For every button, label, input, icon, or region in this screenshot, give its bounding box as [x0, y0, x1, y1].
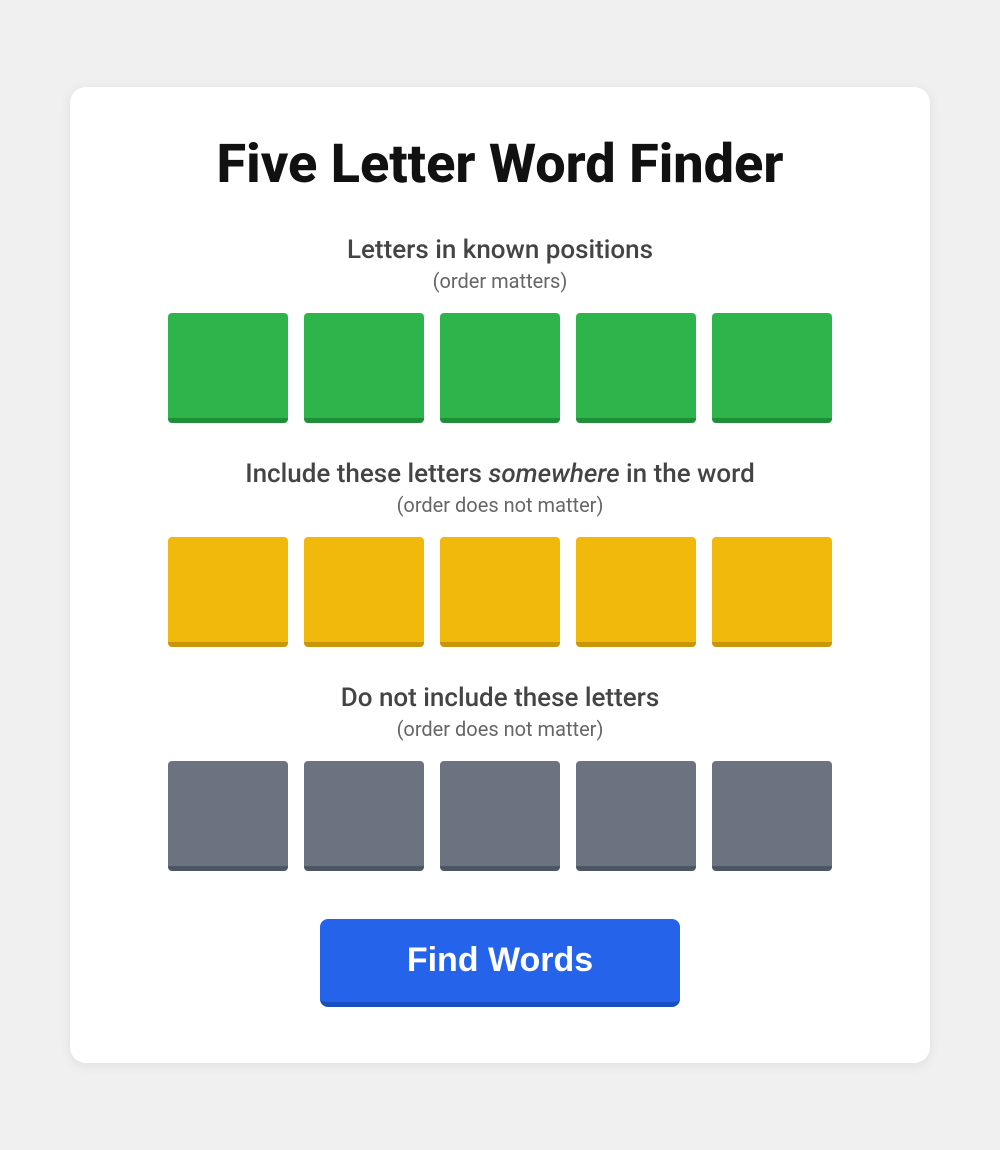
somewhere-tile-4[interactable] [576, 537, 696, 647]
somewhere-tile-5[interactable] [712, 537, 832, 647]
somewhere-tile-3[interactable] [440, 537, 560, 647]
exclude-tile-1[interactable] [168, 761, 288, 871]
somewhere-section: Include these letters somewhere in the w… [130, 459, 870, 647]
known-tile-3[interactable] [440, 313, 560, 423]
somewhere-title: Include these letters somewhere in the w… [245, 459, 755, 489]
known-tile-4[interactable] [576, 313, 696, 423]
known-tile-5[interactable] [712, 313, 832, 423]
known-positions-section: Letters in known positions (order matter… [130, 235, 870, 423]
find-words-button[interactable]: Find Words [320, 919, 680, 1007]
exclude-tile-4[interactable] [576, 761, 696, 871]
exclude-tile-2[interactable] [304, 761, 424, 871]
exclude-subtitle: (order does not matter) [397, 717, 604, 741]
page-title: Five Letter Word Finder [217, 135, 784, 194]
known-positions-tiles [168, 313, 832, 423]
exclude-tiles [168, 761, 832, 871]
somewhere-tile-2[interactable] [304, 537, 424, 647]
exclude-section: Do not include these letters (order does… [130, 683, 870, 871]
known-tile-2[interactable] [304, 313, 424, 423]
exclude-tile-3[interactable] [440, 761, 560, 871]
somewhere-tiles [168, 537, 832, 647]
somewhere-subtitle: (order does not matter) [397, 493, 604, 517]
somewhere-tile-1[interactable] [168, 537, 288, 647]
main-card: Five Letter Word Finder Letters in known… [70, 87, 930, 1062]
known-positions-subtitle: (order matters) [433, 269, 568, 293]
exclude-title: Do not include these letters [341, 683, 660, 713]
exclude-tile-5[interactable] [712, 761, 832, 871]
known-tile-1[interactable] [168, 313, 288, 423]
known-positions-title: Letters in known positions [347, 235, 653, 265]
